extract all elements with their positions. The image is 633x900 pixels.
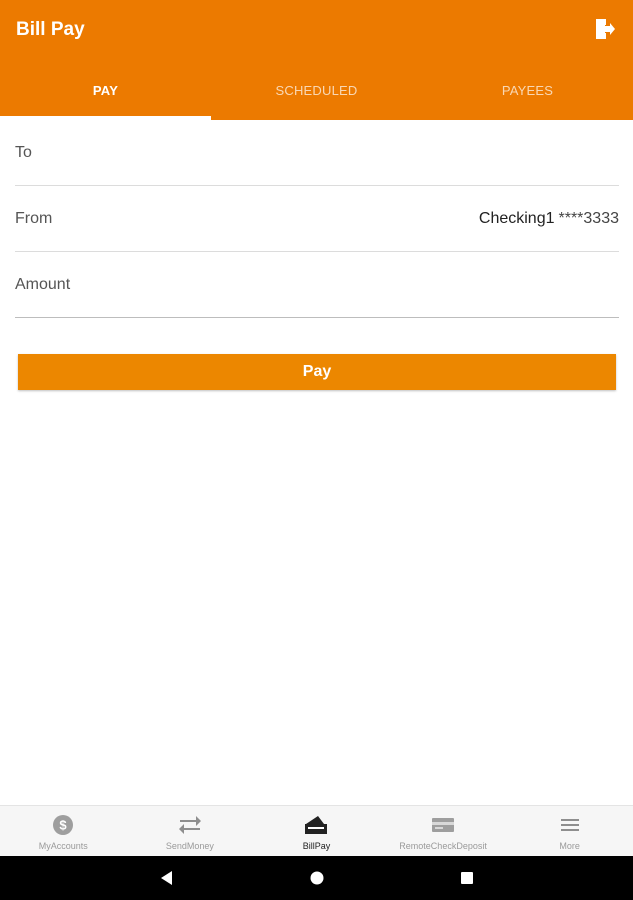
nav-sendmoney[interactable]: SendMoney [127, 806, 254, 856]
logout-button[interactable] [591, 16, 617, 42]
bill-pay-icon [304, 813, 328, 837]
recents-button[interactable] [392, 870, 542, 886]
back-icon [160, 871, 172, 885]
logout-icon [596, 19, 615, 39]
nav-sendmoney-label: SendMoney [165, 841, 214, 851]
svg-text:$: $ [60, 818, 68, 833]
recents-icon [460, 872, 473, 884]
bottom-nav: $ MyAccounts SendMoney BillPay RemoteChe… [0, 805, 633, 856]
nav-more[interactable]: More [506, 806, 633, 856]
to-field[interactable]: To [15, 120, 619, 186]
card-icon [431, 813, 455, 837]
home-icon [310, 871, 323, 885]
from-value: Checking1 ****3333 [479, 210, 619, 228]
nav-more-label: More [559, 841, 580, 851]
from-account-name: Checking1 [478, 209, 555, 227]
nav-billpay[interactable]: BillPay [253, 806, 380, 856]
app-bar: Bill Pay PAY SCHEDULED PAYEES [0, 0, 633, 120]
nav-remotecheckdeposit-label: RemoteCheckDeposit [399, 841, 487, 851]
nav-billpay-label: BillPay [302, 841, 331, 851]
from-field[interactable]: From Checking1 ****3333 [15, 186, 619, 252]
tab-payees-label: PAYEES [501, 82, 554, 98]
tab-pay[interactable]: PAY [0, 60, 211, 120]
system-nav-bar [0, 856, 633, 900]
amount-field[interactable]: Amount [15, 252, 619, 318]
menu-icon [558, 813, 582, 837]
nav-myaccounts-label: MyAccounts [38, 841, 88, 851]
from-account-mask: ****3333 [558, 209, 620, 227]
tab-pay-label: PAY [92, 82, 119, 98]
to-label: To [15, 143, 32, 161]
pay-button[interactable]: Pay [18, 354, 616, 390]
bill-pay-form: To From Checking1 ****3333 Amount [15, 120, 619, 318]
home-button[interactable] [242, 870, 392, 886]
nav-remotecheckdeposit[interactable]: RemoteCheckDeposit [380, 806, 507, 856]
back-button[interactable] [92, 870, 242, 886]
page-title: Bill Pay [16, 19, 85, 40]
nav-myaccounts[interactable]: $ MyAccounts [0, 806, 127, 856]
from-label: From [15, 209, 53, 227]
tab-payees[interactable]: PAYEES [422, 60, 633, 120]
amount-label: Amount [15, 275, 71, 293]
transfer-arrows-icon [178, 813, 202, 837]
tab-scheduled-label: SCHEDULED [275, 82, 358, 98]
dollar-circle-icon: $ [51, 813, 75, 837]
tab-scheduled[interactable]: SCHEDULED [211, 60, 422, 120]
tab-bar: PAY SCHEDULED PAYEES [0, 60, 633, 120]
